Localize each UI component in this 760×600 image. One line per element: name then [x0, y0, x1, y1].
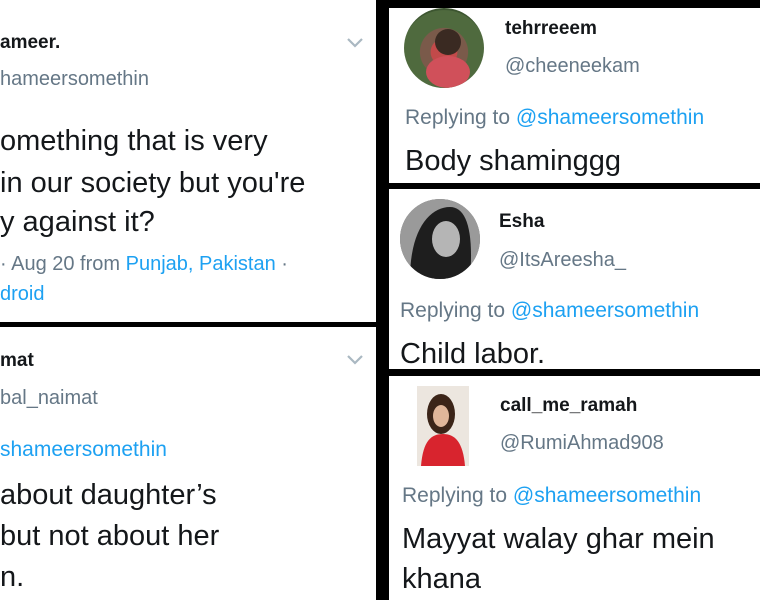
replying-to-label: Replying to: [400, 299, 511, 322]
tweet-text-line: in our society but you're: [0, 167, 306, 199]
reply-card-1[interactable]: tehrreeem @cheeneekam Replying to @shame…: [389, 8, 760, 183]
tweet-text-line: y against it?: [0, 206, 155, 238]
replying-to: Replying to @shameersomethin: [405, 106, 704, 130]
reply-text-line: Mayyat walay ghar mein: [402, 523, 715, 555]
avatar[interactable]: [417, 386, 469, 466]
reply-text: Body shaminggg: [405, 145, 622, 177]
source-link[interactable]: droid: [0, 283, 44, 306]
tweet-card-reply-left[interactable]: mat bal_naimat shameersomethin about dau…: [0, 327, 376, 600]
chevron-down-icon[interactable]: [346, 354, 364, 366]
author-name[interactable]: ameer.: [0, 32, 60, 54]
replying-to-mention[interactable]: @shameersomethin: [516, 106, 704, 129]
tweet-text-line: omething that is very: [0, 125, 268, 157]
author-handle[interactable]: @RumiAhmad908: [500, 432, 664, 455]
author-name[interactable]: call_me_ramah: [500, 395, 637, 417]
tweet-text-line: about daughter’s: [0, 479, 217, 511]
tweet-meta: · Aug 20 from Punjab, Pakistan ·: [0, 253, 288, 276]
avatar-photo: [417, 386, 469, 466]
meta-separator: ·: [275, 253, 288, 275]
author-name[interactable]: Esha: [499, 211, 544, 233]
reply-text: Child labor.: [400, 338, 546, 369]
replying-to-label: Replying to: [402, 484, 513, 507]
author-name[interactable]: tehrreeem: [505, 18, 597, 40]
tweet-text-line: n.: [0, 561, 25, 593]
replying-to: Replying to @shameersomethin: [402, 484, 701, 508]
avatar-photo: [400, 199, 480, 279]
reply-card-2[interactable]: Esha @ItsAreesha_ Replying to @shameerso…: [389, 189, 760, 369]
replying-to-mention[interactable]: @shameersomethin: [511, 299, 699, 322]
replying-to-mention[interactable]: @shameersomethin: [513, 484, 701, 507]
avatar-photo: [426, 29, 470, 88]
reply-card-3[interactable]: call_me_ramah @RumiAhmad908 Replying to …: [389, 376, 760, 600]
replying-to-label: Replying to: [405, 106, 516, 129]
author-handle[interactable]: @cheeneekam: [505, 55, 640, 78]
replying-to: Replying to @shameersomethin: [400, 299, 699, 323]
author-handle[interactable]: bal_naimat: [0, 387, 98, 410]
reply-mention[interactable]: shameersomethin: [0, 438, 167, 462]
author-name[interactable]: mat: [0, 350, 34, 372]
tweet-card-original[interactable]: ameer. hameersomethin omething that is v…: [0, 0, 376, 322]
author-handle[interactable]: @ItsAreesha_: [499, 249, 626, 272]
tweet-date: · Aug 20 from: [0, 253, 126, 275]
location-link[interactable]: Punjab, Pakistan: [126, 253, 276, 275]
chevron-down-icon[interactable]: [346, 37, 364, 49]
tweet-text-line: but not about her: [0, 520, 220, 552]
avatar[interactable]: [404, 8, 484, 88]
avatar[interactable]: [400, 199, 480, 279]
author-handle[interactable]: hameersomethin: [0, 68, 149, 91]
reply-text-line: khana: [402, 563, 482, 595]
